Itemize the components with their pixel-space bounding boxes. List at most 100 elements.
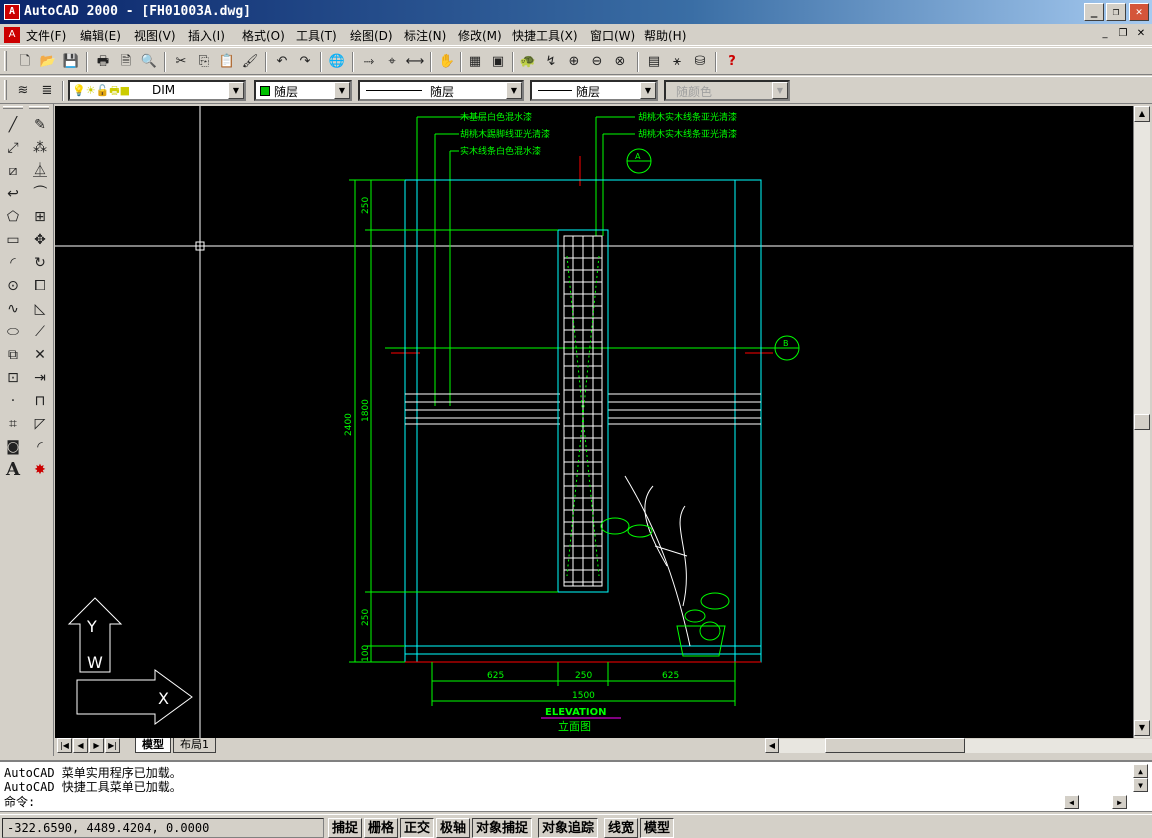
ortho-toggle[interactable]: 正交: [400, 818, 435, 838]
lineweight-toggle[interactable]: 线宽: [604, 818, 639, 838]
design-center-icon[interactable]: ⚹: [666, 51, 688, 73]
grid-toggle[interactable]: 栅格: [364, 818, 399, 838]
break-icon[interactable]: ⊓: [29, 390, 51, 412]
erase-icon[interactable]: ✎: [29, 114, 51, 136]
scale-icon[interactable]: ⧠: [29, 275, 51, 297]
copy-icon[interactable]: ⎘: [193, 51, 215, 73]
aerial-view-icon[interactable]: ↯: [540, 51, 562, 73]
properties-icon[interactable]: ▤: [643, 51, 665, 73]
autocad-logo-icon[interactable]: A: [4, 4, 20, 20]
menu-format[interactable]: 格式(O): [242, 27, 285, 44]
array-icon[interactable]: ⊞: [29, 206, 51, 228]
layer-manager-icon[interactable]: ≋: [12, 80, 34, 102]
chevron-down-icon[interactable]: ▼: [640, 82, 656, 99]
tab-last-button[interactable]: ▶|: [105, 738, 120, 753]
fillet-icon[interactable]: ◜: [29, 436, 51, 458]
zoom-window-icon[interactable]: ▣: [487, 51, 509, 73]
tab-next-button[interactable]: ▶: [89, 738, 104, 753]
rectangle-icon[interactable]: ⬠: [2, 206, 24, 228]
help-icon[interactable]: ?: [721, 51, 743, 73]
polar-toggle[interactable]: 极轴: [436, 818, 471, 838]
command-prompt[interactable]: 命令:: [4, 793, 35, 810]
zoom-extents-icon[interactable]: ⊗: [609, 51, 631, 73]
title-bar[interactable]: A AutoCAD 2000 - [FH01003A.dwg] _ ❐ ✕: [0, 0, 1152, 24]
make-layer-current-icon[interactable]: ≣: [36, 80, 58, 102]
cut-icon[interactable]: ✂: [170, 51, 192, 73]
rect-icon[interactable]: ▭: [2, 229, 24, 251]
toolbar-grip[interactable]: [3, 106, 23, 109]
polyline-icon[interactable]: ⧄: [2, 160, 24, 182]
menu-draw[interactable]: 绘图(D): [350, 27, 393, 44]
doc-restore-button[interactable]: ❐: [1116, 28, 1130, 40]
zoom-in-icon[interactable]: ⊕: [563, 51, 585, 73]
zoom-out-icon[interactable]: ⊖: [586, 51, 608, 73]
snap-toggle[interactable]: 捕捉: [328, 818, 363, 838]
menu-quick-tools[interactable]: 快捷工具(X): [512, 27, 578, 44]
horizontal-scrollbar[interactable]: ◀ ▶: [765, 738, 1152, 753]
chamfer-icon[interactable]: ◸: [29, 413, 51, 435]
scroll-up-button[interactable]: ▲: [1133, 764, 1148, 778]
menu-file[interactable]: 文件(F): [26, 27, 66, 44]
toolbar-grip[interactable]: [4, 51, 7, 71]
scroll-left-button[interactable]: ◀: [765, 738, 779, 753]
mirror-icon[interactable]: ⏅: [29, 160, 51, 182]
menu-dimension[interactable]: 标注(N): [404, 27, 446, 44]
database-icon[interactable]: ⛁: [689, 51, 711, 73]
menu-edit[interactable]: 编辑(E): [80, 27, 121, 44]
coordinate-readout[interactable]: -322.6590, 4489.4204, 0.0000: [2, 818, 324, 838]
web-icon[interactable]: 🌐: [326, 51, 348, 73]
distance-icon[interactable]: ⟷: [404, 51, 426, 73]
text-icon[interactable]: A: [2, 459, 24, 481]
osnap-toggle[interactable]: 对象捕捉: [472, 818, 533, 838]
point-icon[interactable]: ·: [2, 390, 24, 412]
scroll-right-button[interactable]: ▶: [1112, 795, 1127, 809]
save-icon[interactable]: 💾: [60, 51, 82, 73]
undo-icon[interactable]: ↶: [271, 51, 293, 73]
pan-icon[interactable]: ✋: [436, 51, 458, 73]
vertical-scrollbar[interactable]: ▲ ▼: [1133, 106, 1150, 738]
match-properties-icon[interactable]: 🖌: [239, 51, 261, 73]
rotate-icon[interactable]: ↻: [29, 252, 51, 274]
chevron-down-icon[interactable]: ▼: [506, 82, 522, 99]
scroll-up-button[interactable]: ▲: [1134, 106, 1150, 122]
minimize-button[interactable]: _: [1084, 3, 1104, 21]
color-combo[interactable]: 随层 ▼: [254, 80, 352, 101]
print-icon[interactable]: 🖶: [92, 51, 114, 73]
hatch-icon[interactable]: ⌗: [2, 413, 24, 435]
trim-icon[interactable]: ✕: [29, 344, 51, 366]
menu-insert[interactable]: 插入(I): [188, 27, 225, 44]
ellipse-icon[interactable]: ⬭: [2, 321, 24, 343]
redo-icon[interactable]: ↷: [294, 51, 316, 73]
chevron-down-icon[interactable]: ▼: [334, 82, 350, 99]
linetype-combo[interactable]: 随层 ▼: [358, 80, 524, 101]
copy-object-icon[interactable]: ⁂: [29, 137, 51, 159]
construction-line-icon[interactable]: ⤢: [2, 137, 24, 159]
tab-first-button[interactable]: |◀: [57, 738, 72, 753]
doc-minimize-button[interactable]: _: [1098, 28, 1112, 40]
new-icon[interactable]: 🗋: [14, 51, 36, 73]
paste-icon[interactable]: 📋: [216, 51, 238, 73]
layer-combo[interactable]: 💡☀🔓🖶■ DIM ▼: [68, 80, 246, 101]
tracking-icon[interactable]: ⌖: [381, 51, 403, 73]
otrack-toggle[interactable]: 对象追踪: [538, 818, 599, 838]
make-block-icon[interactable]: ⊡: [2, 367, 24, 389]
move-icon[interactable]: ✥: [29, 229, 51, 251]
extend-icon[interactable]: ⇥: [29, 367, 51, 389]
command-window[interactable]: AutoCAD 菜单实用程序已加载。 AutoCAD 快捷工具菜单已加载。 命令…: [0, 760, 1152, 812]
spline-icon[interactable]: ∿: [2, 298, 24, 320]
print-preview-icon[interactable]: 🗎: [115, 51, 137, 73]
region-icon[interactable]: ◙: [2, 436, 24, 458]
explode-icon[interactable]: ✸: [29, 459, 51, 481]
scroll-down-button[interactable]: ▼: [1134, 720, 1150, 736]
lengthen-icon[interactable]: ⟋: [29, 321, 51, 343]
offset-icon[interactable]: ⏜: [29, 183, 51, 205]
stretch-icon[interactable]: ◺: [29, 298, 51, 320]
doc-close-button[interactable]: ✕: [1134, 28, 1148, 40]
tab-model[interactable]: 模型: [135, 738, 171, 753]
snap-from-icon[interactable]: ⤑: [358, 51, 380, 73]
insert-block-icon[interactable]: ⧉: [2, 344, 24, 366]
maximize-button[interactable]: ❐: [1106, 3, 1126, 21]
document-icon[interactable]: A: [4, 27, 20, 43]
menu-modify[interactable]: 修改(M): [458, 27, 502, 44]
menu-window[interactable]: 窗口(W): [590, 27, 635, 44]
